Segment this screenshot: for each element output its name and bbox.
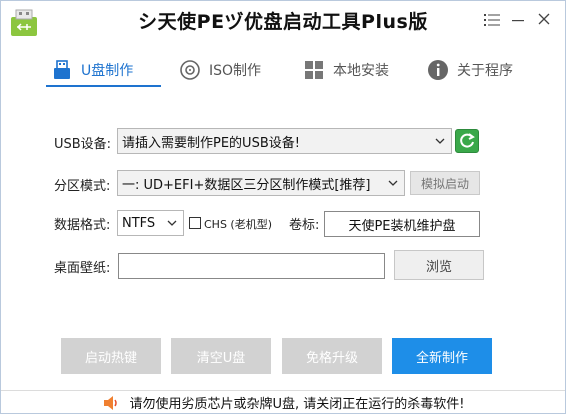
tab-local-install[interactable]: 本地安装: [303, 55, 389, 85]
chevron-down-icon: [165, 215, 179, 231]
chevron-down-icon: [386, 175, 400, 191]
close-icon[interactable]: [533, 11, 555, 29]
tab-label: U盘制作: [81, 63, 134, 79]
speaker-icon: [103, 395, 117, 410]
nav-tabs: U盘制作 ISO制作 本地安装 关于程序: [1, 51, 565, 91]
status-bar: 请勿使用劣质芯片或杂牌U盘, 请关闭正在运行的杀毒软件!: [1, 390, 565, 413]
usb-device-select[interactable]: 请插入需要制作PE的USB设备!: [117, 128, 452, 154]
active-tab-indicator: [46, 85, 161, 87]
usb-drive-icon: [54, 60, 70, 79]
wallpaper-path-input[interactable]: [118, 253, 385, 279]
info-icon: [428, 60, 448, 80]
browse-button[interactable]: 浏览: [394, 250, 484, 280]
partition-mode-label: 分区模式:: [54, 179, 111, 194]
data-format-select[interactable]: NTFS: [117, 210, 184, 236]
data-format-value: NTFS: [122, 215, 156, 231]
minimize-icon[interactable]: [507, 11, 529, 29]
format-free-upgrade-button[interactable]: 免格升级: [282, 338, 382, 374]
new-build-button[interactable]: 全新制作: [392, 338, 492, 374]
chs-label: CHS (老机型): [204, 218, 273, 231]
volume-label-input[interactable]: 天使PE装机维护盘: [324, 211, 480, 237]
wallpaper-label: 桌面壁纸:: [54, 261, 111, 276]
refresh-button[interactable]: [455, 129, 479, 153]
usb-device-value: 请插入需要制作PE的USB设备!: [122, 135, 300, 151]
title-bar: シ天使PEヅ优盘启动工具Plus版: [1, 1, 565, 45]
tab-iso-build[interactable]: ISO制作: [179, 55, 261, 85]
partition-mode-value: 一: UD+EFI+数据区三分区制作模式[推荐]: [122, 177, 371, 193]
refresh-icon: [460, 133, 475, 148]
chs-checkbox[interactable]: [189, 217, 201, 229]
tab-about[interactable]: 关于程序: [427, 55, 513, 85]
chevron-down-icon: [433, 133, 447, 149]
tab-usb-build[interactable]: U盘制作: [51, 55, 133, 85]
disc-icon: [180, 60, 200, 80]
tab-label: 关于程序: [457, 63, 513, 79]
clear-usb-button[interactable]: 清空U盘: [171, 338, 271, 374]
simulate-boot-button[interactable]: 模拟启动: [410, 171, 480, 195]
data-format-label: 数据格式:: [54, 218, 111, 233]
tab-label: ISO制作: [209, 63, 262, 79]
app-window: シ天使PEヅ优盘启动工具Plus版 U盘制作 ISO制作 本地安装 关于程序 U…: [0, 0, 566, 414]
boot-hotkey-button[interactable]: 启动热键: [61, 338, 161, 374]
menu-icon[interactable]: [481, 11, 503, 29]
windows-logo-icon: [305, 61, 323, 79]
tab-label: 本地安装: [333, 63, 389, 79]
warning-message: 请勿使用劣质芯片或杂牌U盘, 请关闭正在运行的杀毒软件!: [129, 397, 465, 412]
usb-device-label: USB设备:: [54, 137, 112, 152]
partition-mode-select[interactable]: 一: UD+EFI+数据区三分区制作模式[推荐]: [117, 170, 405, 196]
volume-label-caption: 卷标:: [289, 218, 320, 233]
